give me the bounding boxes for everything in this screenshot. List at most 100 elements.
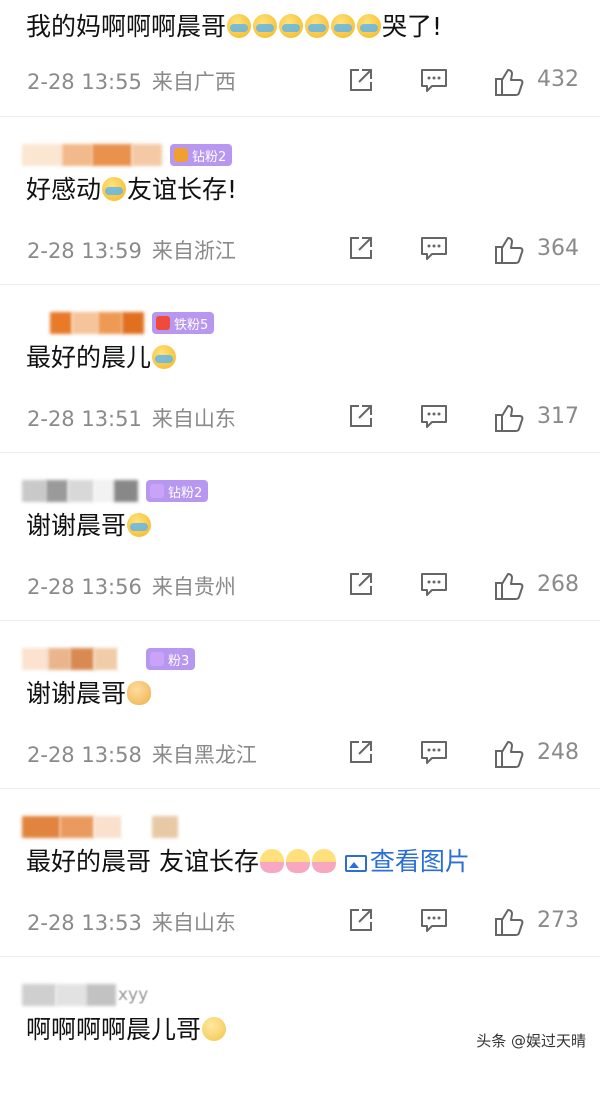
comment-icon[interactable]: [420, 739, 448, 765]
comment-icon[interactable]: [420, 235, 448, 261]
teary-emoji-icon: [102, 177, 127, 201]
crying-emoji-icon: [357, 14, 382, 38]
username-blurred[interactable]: 铁粉5: [22, 312, 215, 334]
comment-icon[interactable]: [420, 907, 448, 933]
username-blurred[interactable]: 钻粉2: [22, 144, 233, 166]
like-count: 268: [537, 572, 579, 597]
comment-date: 2-28 13:56: [27, 575, 142, 599]
comment-location: 来自黑龙江: [151, 743, 257, 767]
fan-badge-label: 钻粉2: [168, 485, 203, 501]
comment-text-part: 谢谢晨哥: [26, 511, 127, 540]
username-blurred[interactable]: [22, 816, 178, 838]
comment-date: 2-28 13:53: [27, 911, 142, 935]
crying-emoji-icon: [127, 513, 152, 537]
comment-text: 最好的晨哥 友谊长存 查看图片: [26, 845, 470, 879]
view-image-label: 查看图片: [369, 847, 470, 876]
thumbs-up-icon[interactable]: [494, 67, 524, 97]
share-icon[interactable]: [348, 907, 374, 933]
comment-item: 铁粉5 最好的晨儿 2-28 13:51 来自山东 317: [0, 285, 600, 453]
comment-item: 钻粉2 好感动 友谊长存! 2-28 13:59 来自浙江 364: [0, 117, 600, 285]
crying-emoji-icon: [227, 14, 252, 38]
watermark: 头条 @娱过天晴: [474, 1030, 588, 1051]
image-icon: [344, 855, 367, 872]
comment-meta: 2-28 13:55 来自广西: [27, 66, 236, 96]
comment-item: 粉3 谢谢晨哥 2-28 13:58 来自黑龙江 248: [0, 621, 600, 789]
share-icon[interactable]: [348, 67, 374, 93]
comment-meta: 2-28 13:58 来自黑龙江: [27, 739, 257, 769]
username-blurred[interactable]: xyy: [22, 984, 148, 1006]
fan-badge-label: 粉3: [168, 653, 190, 669]
comment-date: 2-28 13:51: [27, 407, 142, 431]
comment-text: 我的妈啊啊啊晨哥 哭了!: [26, 10, 442, 44]
comment-text: 谢谢晨哥: [26, 677, 152, 711]
thumbs-up-icon[interactable]: [494, 571, 524, 601]
crown-icon: [150, 652, 164, 666]
fan-badge[interactable]: 钻粉2: [146, 480, 209, 502]
username-blurred[interactable]: 钻粉2: [22, 480, 209, 502]
comment-date: 2-28 13:59: [27, 239, 142, 263]
thumbs-up-icon[interactable]: [494, 235, 524, 265]
like-count: 317: [537, 404, 579, 429]
crying-emoji-icon: [253, 14, 278, 38]
crying-emoji-icon: [152, 345, 177, 369]
comment-text: 啊啊啊啊晨儿哥: [26, 1013, 227, 1047]
fan-badge[interactable]: 钻粉2: [170, 144, 233, 166]
share-icon[interactable]: [348, 571, 374, 597]
comment-text: 好感动 友谊长存!: [26, 173, 237, 207]
username-text: xyy: [118, 985, 149, 1005]
fan-badge-label: 铁粉5: [174, 317, 209, 333]
comment-date: 2-28 13:58: [27, 743, 142, 767]
comment-icon[interactable]: [420, 571, 448, 597]
comment-item: 我的妈啊啊啊晨哥 哭了! 2-28 13:55 来自广西 432: [0, 0, 600, 117]
crown-icon: [156, 316, 170, 330]
like-count: 273: [537, 908, 579, 933]
comment-text-part: 谢谢晨哥: [26, 679, 127, 708]
crown-icon: [174, 148, 188, 162]
comment-icon[interactable]: [420, 403, 448, 429]
cake-emoji-icon: [285, 849, 310, 873]
like-count: 248: [537, 740, 579, 765]
comment-item: 钻粉2 谢谢晨哥 2-28 13:56 来自贵州 268: [0, 453, 600, 621]
comment-location: 来自山东: [151, 407, 236, 431]
comment-text-part: 友谊长存!: [127, 175, 238, 204]
comment-text-part: 好感动: [26, 175, 102, 204]
comment-icon[interactable]: [420, 67, 448, 93]
view-image-link[interactable]: 查看图片: [344, 847, 470, 876]
cake-emoji-icon: [259, 849, 284, 873]
dog-emoji-icon: [127, 681, 152, 705]
share-icon[interactable]: [348, 739, 374, 765]
comment-text: 谢谢晨哥: [26, 509, 152, 543]
comment-text-part: 我的妈啊啊啊晨哥: [26, 12, 227, 41]
like-count: 432: [537, 67, 579, 92]
crying-emoji-icon: [305, 14, 330, 38]
comment-location: 来自广西: [151, 70, 236, 94]
crown-icon: [150, 484, 164, 498]
comment-location: 来自贵州: [151, 575, 236, 599]
comment-text-part: 啊啊啊啊晨儿哥: [26, 1015, 202, 1044]
comment-item: 最好的晨哥 友谊长存 查看图片 2-28 13:53 来自山东 273: [0, 789, 600, 957]
crying-emoji-icon: [331, 14, 356, 38]
comment-text-part: 最好的晨儿: [26, 343, 152, 372]
comment-meta: 2-28 13:59 来自浙江: [27, 235, 236, 265]
fan-badge[interactable]: 铁粉5: [152, 312, 215, 334]
comment-meta: 2-28 13:56 来自贵州: [27, 571, 236, 601]
comment-text-part: 哭了!: [382, 12, 443, 41]
cake-emoji-icon: [311, 849, 336, 873]
comment-date: 2-28 13:55: [27, 70, 142, 94]
crying-emoji-icon: [279, 14, 304, 38]
comment-location: 来自山东: [151, 911, 236, 935]
fan-badge[interactable]: 粉3: [146, 648, 196, 670]
comment-meta: 2-28 13:51 来自山东: [27, 403, 236, 433]
share-icon[interactable]: [348, 235, 374, 261]
username-blurred[interactable]: 粉3: [22, 648, 196, 670]
comment-text-part: 最好的晨哥 友谊长存: [26, 847, 259, 876]
comment-text: 最好的晨儿: [26, 341, 177, 375]
thumbs-up-icon[interactable]: [494, 403, 524, 433]
share-icon[interactable]: [348, 403, 374, 429]
fan-badge-label: 钻粉2: [192, 149, 227, 165]
comment-location: 来自浙江: [151, 239, 236, 263]
pleading-emoji-icon: [202, 1017, 227, 1041]
comment-meta: 2-28 13:53 来自山东: [27, 907, 236, 937]
thumbs-up-icon[interactable]: [494, 739, 524, 769]
thumbs-up-icon[interactable]: [494, 907, 524, 937]
